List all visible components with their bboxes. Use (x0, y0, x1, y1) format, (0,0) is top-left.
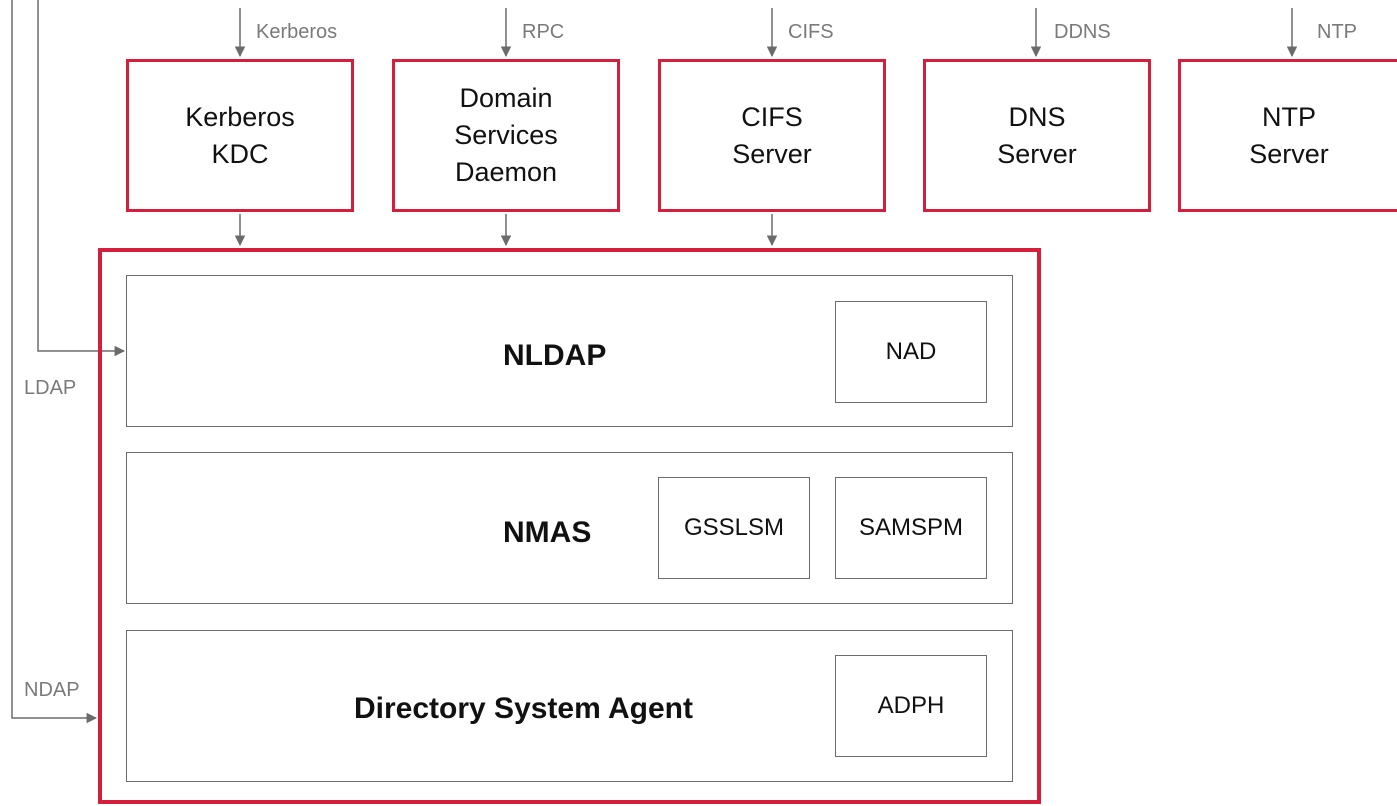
nldap-title: NLDAP (503, 339, 607, 372)
directory-system-agent-title: Directory System Agent (354, 692, 693, 725)
dns-server-line-2: Server (997, 138, 1077, 169)
domain-services-line-1: Domain (459, 83, 553, 113)
ntp-server-line-2: Server (1249, 138, 1329, 169)
cifs-server-box: CIFS Server (658, 59, 886, 212)
domain-services-daemon-box: Domain Services Daemon (392, 59, 620, 212)
nad-module: NAD (835, 301, 987, 403)
domain-services-line-2: Services (454, 120, 558, 150)
protocol-label-ldap: LDAP (24, 377, 77, 399)
protocol-label-ddns: DDNS (1054, 21, 1111, 43)
ndap-arrow (11, 0, 98, 724)
dns-server-line-1: DNS (1008, 101, 1066, 132)
nmas-title: NMAS (503, 516, 592, 549)
protocol-label-ntp: NTP (1317, 21, 1357, 43)
cifs-server-line-2: Server (732, 138, 812, 169)
kerberos-kdc-line-1: Kerberos (185, 101, 295, 132)
domain-services-line-3: Daemon (454, 157, 558, 187)
gsslsm-module: GSSLSM (658, 477, 810, 579)
ntp-server-line-1: NTP (1262, 101, 1316, 132)
kerberos-kdc-line-2: KDC (211, 138, 269, 169)
samspm-label: SAMSPM (858, 514, 963, 541)
dns-server-box: DNS Server (923, 59, 1151, 212)
kerberos-kdc-box: Kerberos KDC (126, 59, 354, 212)
diagram-canvas: Kerberos RPC CIFS DDNS NTP LDAP NDAP Ker… (0, 0, 1397, 806)
samspm-module: SAMSPM (835, 477, 987, 579)
protocol-label-ndap: NDAP (24, 679, 80, 701)
protocol-label-cifs: CIFS (788, 21, 834, 43)
adph-label: ADPH (877, 692, 945, 719)
gsslsm-label: GSSLSM (683, 514, 785, 541)
cifs-server-line-1: CIFS (741, 101, 803, 132)
nad-label: NAD (885, 338, 937, 365)
protocol-label-rpc: RPC (522, 21, 565, 43)
ntp-server-box: NTP Server (1178, 59, 1397, 212)
adph-module: ADPH (835, 655, 987, 757)
protocol-label-kerberos: Kerberos (256, 21, 338, 43)
